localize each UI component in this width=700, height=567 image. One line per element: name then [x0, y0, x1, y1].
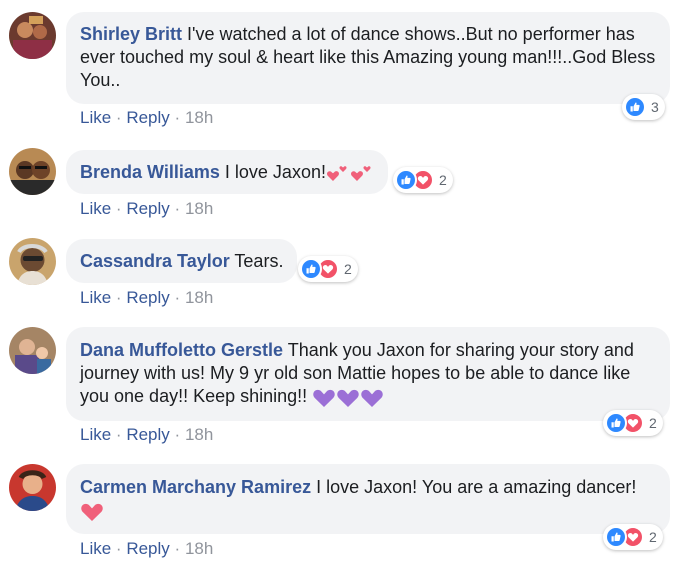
red-heart-icon: [80, 501, 104, 522]
avatar[interactable]: [9, 327, 56, 374]
separator: ·: [115, 108, 122, 127]
reactions-summary[interactable]: 2: [298, 256, 358, 282]
reactions-summary[interactable]: 3: [622, 94, 665, 120]
reactions-summary[interactable]: 2: [603, 524, 663, 550]
reply-link[interactable]: Reply: [126, 425, 169, 444]
comment-actions: Like · Reply · 18h: [80, 108, 213, 128]
like-link[interactable]: Like: [80, 288, 111, 307]
like-link[interactable]: Like: [80, 199, 111, 218]
comment-author[interactable]: Shirley Britt: [80, 24, 182, 44]
reaction-count: 2: [344, 261, 352, 277]
comment-bubble: Cassandra Taylor Tears.: [66, 239, 298, 283]
like-reaction-icon: [605, 526, 627, 548]
comment-author[interactable]: Cassandra Taylor: [80, 251, 230, 271]
reply-link[interactable]: Reply: [126, 288, 169, 307]
separator: ·: [174, 199, 181, 218]
timestamp[interactable]: 18h: [185, 539, 213, 558]
separator: ·: [174, 539, 181, 558]
like-link[interactable]: Like: [80, 425, 111, 444]
comment-actions: Like · Reply · 18h: [80, 539, 213, 559]
comment-author[interactable]: Carmen Marchany Ramirez: [80, 477, 311, 497]
reply-link[interactable]: Reply: [126, 199, 169, 218]
like-reaction-icon: [395, 169, 417, 191]
like-link[interactable]: Like: [80, 108, 111, 127]
comment-text: I love Jaxon! You are a amazing dancer!: [316, 477, 637, 497]
purple-heart-icon: [336, 387, 360, 408]
comment-bubble: Dana Muffoletto Gerstle Thank you Jaxon …: [66, 327, 670, 421]
avatar[interactable]: [9, 464, 56, 511]
avatar[interactable]: [9, 148, 56, 195]
separator: ·: [115, 425, 122, 444]
two-hearts-icon: [326, 163, 350, 183]
comment-actions: Like · Reply · 18h: [80, 425, 213, 445]
reply-link[interactable]: Reply: [126, 539, 169, 558]
reactions-summary[interactable]: 2: [393, 167, 453, 193]
comment-bubble: Carmen Marchany Ramirez I love Jaxon! Yo…: [66, 464, 670, 534]
reaction-count: 2: [439, 172, 447, 188]
two-hearts-icon: [350, 163, 374, 183]
reactions-summary[interactable]: 2: [603, 410, 663, 436]
timestamp[interactable]: 18h: [185, 288, 213, 307]
like-reaction-icon: [300, 258, 322, 280]
purple-heart-icon: [360, 387, 384, 408]
separator: ·: [115, 288, 122, 307]
like-reaction-icon: [624, 96, 646, 118]
like-link[interactable]: Like: [80, 539, 111, 558]
comment-author[interactable]: Dana Muffoletto Gerstle: [80, 340, 283, 360]
reaction-count: 2: [649, 529, 657, 545]
separator: ·: [115, 539, 122, 558]
purple-heart-icon: [312, 387, 336, 408]
reply-link[interactable]: Reply: [126, 108, 169, 127]
comment-actions: Like · Reply · 18h: [80, 199, 213, 219]
reaction-count: 3: [651, 99, 659, 115]
reaction-count: 2: [649, 415, 657, 431]
comment-actions: Like · Reply · 18h: [80, 288, 213, 308]
separator: ·: [115, 199, 122, 218]
comment-bubble: Shirley Britt I've watched a lot of danc…: [66, 12, 670, 104]
comment-author[interactable]: Brenda Williams: [80, 162, 220, 182]
separator: ·: [174, 288, 181, 307]
avatar[interactable]: [9, 238, 56, 285]
comment-text: Tears.: [234, 251, 284, 271]
separator: ·: [174, 108, 181, 127]
timestamp[interactable]: 18h: [185, 425, 213, 444]
separator: ·: [174, 425, 181, 444]
like-reaction-icon: [605, 412, 627, 434]
timestamp[interactable]: 18h: [185, 108, 213, 127]
comment-bubble: Brenda Williams I love Jaxon!: [66, 150, 388, 194]
timestamp[interactable]: 18h: [185, 199, 213, 218]
avatar[interactable]: [9, 12, 56, 59]
comment-text: I love Jaxon!: [224, 162, 326, 182]
